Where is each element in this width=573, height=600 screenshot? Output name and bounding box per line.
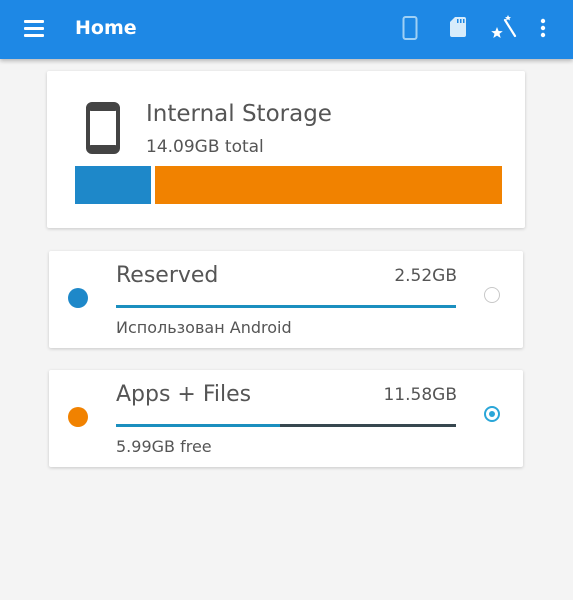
storage-total: 14.09GB total xyxy=(146,137,264,157)
sd-card-icon[interactable] xyxy=(449,16,467,38)
menu-icon[interactable] xyxy=(24,20,44,38)
page-title: Home xyxy=(75,17,137,39)
usage-segment-apps-files xyxy=(155,166,502,204)
storage-usage-bar xyxy=(75,166,502,204)
storage-title: Internal Storage xyxy=(146,101,332,127)
row-title: Reserved xyxy=(116,263,219,288)
category-row-reserved[interactable]: Reserved 2.52GB Использован Android xyxy=(49,251,523,348)
app-bar: Home xyxy=(0,0,573,59)
row-subtitle: 5.99GB free xyxy=(116,437,212,456)
row-progress-bar xyxy=(116,424,456,427)
row-subtitle: Использован Android xyxy=(116,318,292,337)
reserved-color-dot xyxy=(68,288,88,308)
category-row-apps-files[interactable]: Apps + Files 11.58GB 5.99GB free xyxy=(49,370,523,467)
row-progress-bar xyxy=(116,305,456,308)
row-size: 2.52GB xyxy=(394,266,457,286)
row-title: Apps + Files xyxy=(116,382,252,407)
internal-storage-card: Internal Storage 14.09GB total xyxy=(47,71,525,228)
select-radio-reserved[interactable] xyxy=(484,287,500,303)
usage-segment-reserved xyxy=(75,166,151,204)
magic-wand-icon[interactable] xyxy=(490,14,518,40)
phone-icon[interactable] xyxy=(402,16,418,40)
more-vert-icon[interactable] xyxy=(538,16,548,40)
select-radio-apps-files[interactable] xyxy=(484,406,500,422)
apps-files-color-dot xyxy=(68,407,88,427)
row-size: 11.58GB xyxy=(383,385,457,405)
phone-icon xyxy=(86,102,120,154)
